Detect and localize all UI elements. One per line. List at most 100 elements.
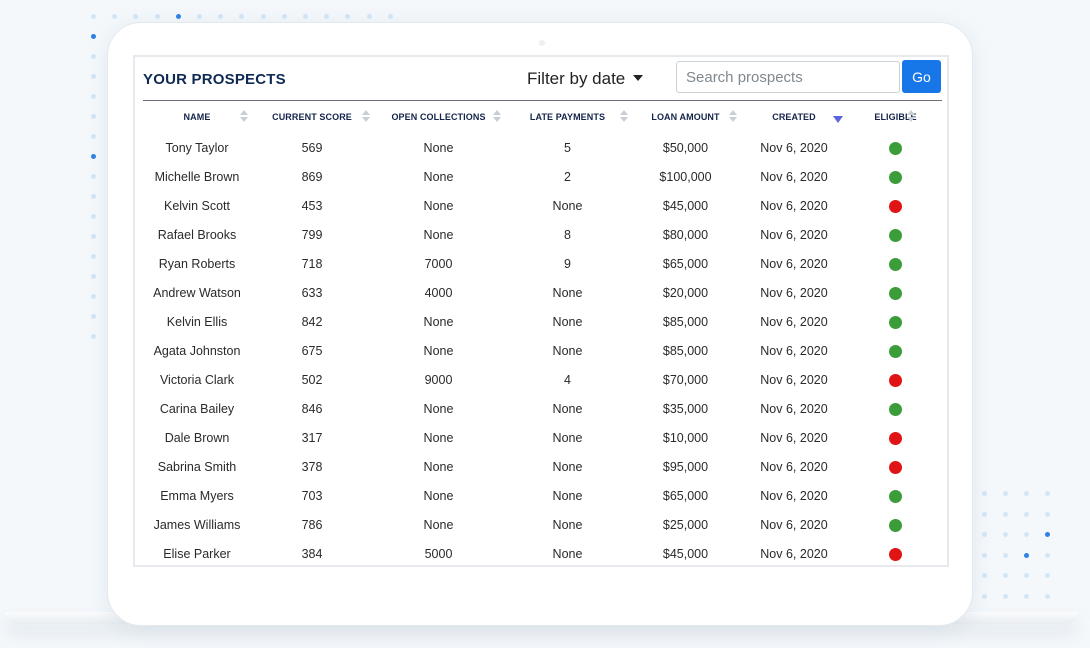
decorative-dot <box>366 14 372 19</box>
cell-eligible <box>848 336 943 365</box>
decorative-dot <box>1024 491 1029 496</box>
cell-open-collections: None <box>423 459 454 474</box>
cell-loan-amount: $100,000 <box>659 169 712 184</box>
table-row[interactable]: Dale Brown 317 None None $10,000 Nov 6, 2020 <box>143 423 943 452</box>
eligible-yes-status-icon <box>889 170 902 184</box>
cell-loan-amount: $80,000 <box>662 227 709 242</box>
column-header-late-payments[interactable]: LATE PAYMENTS <box>504 101 631 133</box>
decorative-dot <box>91 234 96 239</box>
cell-created: Nov 6, 2020 <box>760 459 828 474</box>
cell-created: Nov 6, 2020 <box>760 314 828 329</box>
column-header-open-collections[interactable]: OPEN COLLECTIONS <box>373 101 504 133</box>
go-button[interactable]: Go <box>902 60 941 93</box>
table-row[interactable]: Tony Taylor 569 None 5 $50,000 Nov 6, 2020 <box>143 133 943 162</box>
cell-late-payments: 4 <box>564 372 571 387</box>
table-row[interactable]: Andrew Watson 633 4000 None $20,000 Nov 6, 20… <box>143 278 943 307</box>
cell-open-collections: 9000 <box>424 372 453 387</box>
cell-late-payments: None <box>552 314 583 329</box>
decorative-dot <box>982 593 987 599</box>
sort-icon <box>493 110 501 124</box>
decorative-dot <box>1003 593 1008 599</box>
cell-name: Tony Taylor <box>165 140 229 155</box>
cell-current-score: 633 <box>301 285 323 300</box>
filter-by-date-dropdown[interactable]: Filter by date <box>527 69 644 89</box>
cell-open-collections: None <box>423 227 454 242</box>
decorative-dot <box>387 14 393 19</box>
eligible-yes-status-icon <box>889 402 902 416</box>
cell-loan-amount: $25,000 <box>662 517 709 532</box>
eligible-no-status-icon <box>889 547 902 561</box>
cell-name: Michelle Brown <box>154 169 240 184</box>
table-row[interactable]: Kelvin Scott 453 None None $45,000 Nov 6, 202… <box>143 191 943 220</box>
column-header-name[interactable]: NAME <box>143 101 251 133</box>
column-header-current-score[interactable]: CURRENT SCORE <box>251 101 373 133</box>
decorative-dot <box>91 274 96 279</box>
cell-created: Nov 6, 2020 <box>760 198 828 213</box>
table-row[interactable]: Rafael Brooks 799 None 8 $80,000 Nov 6, 2020 <box>143 220 943 249</box>
cell-loan-amount: $45,000 <box>662 546 709 561</box>
decorative-dot <box>1045 552 1050 558</box>
caret-down-icon <box>633 75 644 81</box>
cell-created: Nov 6, 2020 <box>760 256 828 271</box>
decorative-dot <box>1024 593 1029 599</box>
column-header-loan-amount[interactable]: LOAN AMOUNT <box>631 101 740 133</box>
decorative-dot <box>239 14 245 19</box>
cell-current-score: 502 <box>301 372 323 387</box>
cell-created: Nov 6, 2020 <box>760 140 828 155</box>
cell-eligible <box>848 510 943 539</box>
cell-open-collections: None <box>423 401 454 416</box>
cell-created: Nov 6, 2020 <box>760 169 828 184</box>
decorative-dot <box>324 14 330 19</box>
cell-loan-amount: $65,000 <box>662 488 709 503</box>
eligible-no-status-icon <box>889 199 902 213</box>
decorative-dot <box>133 14 139 19</box>
cell-created: Nov 6, 2020 <box>760 430 828 445</box>
table-row[interactable]: Victoria Clark 502 9000 4 $70,000 Nov 6, 2020 <box>143 365 943 394</box>
decorative-dot <box>281 14 287 19</box>
cell-late-payments: None <box>552 546 583 561</box>
cell-eligible <box>848 249 943 278</box>
cell-name: Kelvin Ellis <box>166 314 228 329</box>
table-row[interactable]: Carina Bailey 846 None None $35,000 Nov 6, 20… <box>143 394 943 423</box>
cell-loan-amount: $70,000 <box>662 372 709 387</box>
decorative-dot <box>1003 511 1008 517</box>
decorative-dot <box>1024 573 1029 578</box>
decorative-dot <box>303 14 308 19</box>
decorative-dot <box>218 14 224 19</box>
cell-current-score: 675 <box>301 343 323 358</box>
cell-late-payments: 5 <box>564 140 571 155</box>
cell-open-collections: None <box>423 169 454 184</box>
search-input[interactable] <box>676 61 900 93</box>
table-row[interactable]: Emma Myers 703 None None $65,000 Nov 6, 2020 <box>143 481 943 510</box>
decorative-dot <box>91 194 96 199</box>
table-row[interactable]: Elise Parker 384 5000 None $45,000 Nov 6, 202… <box>143 539 943 568</box>
cell-open-collections: None <box>423 430 454 445</box>
column-header-eligible[interactable]: ELIGIBLE <box>848 101 943 133</box>
cell-late-payments: 9 <box>564 256 571 271</box>
eligible-yes-status-icon <box>889 489 902 503</box>
table-row[interactable]: Sabrina Smith 378 None None $95,000 Nov 6, 20… <box>143 452 943 481</box>
cell-loan-amount: $85,000 <box>662 343 709 358</box>
cell-current-score: 842 <box>301 314 323 329</box>
cell-late-payments: None <box>552 285 583 300</box>
table-row[interactable]: Agata Johnston 675 None None $85,000 Nov 6, 2… <box>143 336 943 365</box>
decorative-dot <box>1045 491 1050 496</box>
cell-created: Nov 6, 2020 <box>760 517 828 532</box>
cell-name: Emma Myers <box>160 488 234 503</box>
decorative-dot <box>982 511 987 517</box>
table-row[interactable]: Ryan Roberts 718 7000 9 $65,000 Nov 6, 2020 <box>143 249 943 278</box>
table-row[interactable]: Michelle Brown 869 None 2 $100,000 Nov 6, 202… <box>143 162 943 191</box>
decorative-dot <box>91 134 96 139</box>
cell-current-score: 799 <box>301 227 323 242</box>
table-row[interactable]: James Williams 786 None None $25,000 Nov 6, 2… <box>143 510 943 539</box>
cell-name: Sabrina Smith <box>157 459 237 474</box>
column-header-created[interactable]: CREATED <box>740 101 848 133</box>
cell-eligible <box>848 162 943 191</box>
decorative-dot <box>345 14 351 19</box>
cell-eligible <box>848 307 943 336</box>
prospects-table: NAME CURRENT SCORE OPEN COLLECTIONS LATE… <box>143 101 943 568</box>
cell-open-collections: 4000 <box>424 285 453 300</box>
table-row[interactable]: Kelvin Ellis 842 None None $85,000 Nov 6, 202… <box>143 307 943 336</box>
cell-open-collections: None <box>423 314 454 329</box>
decorative-dot <box>91 94 96 99</box>
